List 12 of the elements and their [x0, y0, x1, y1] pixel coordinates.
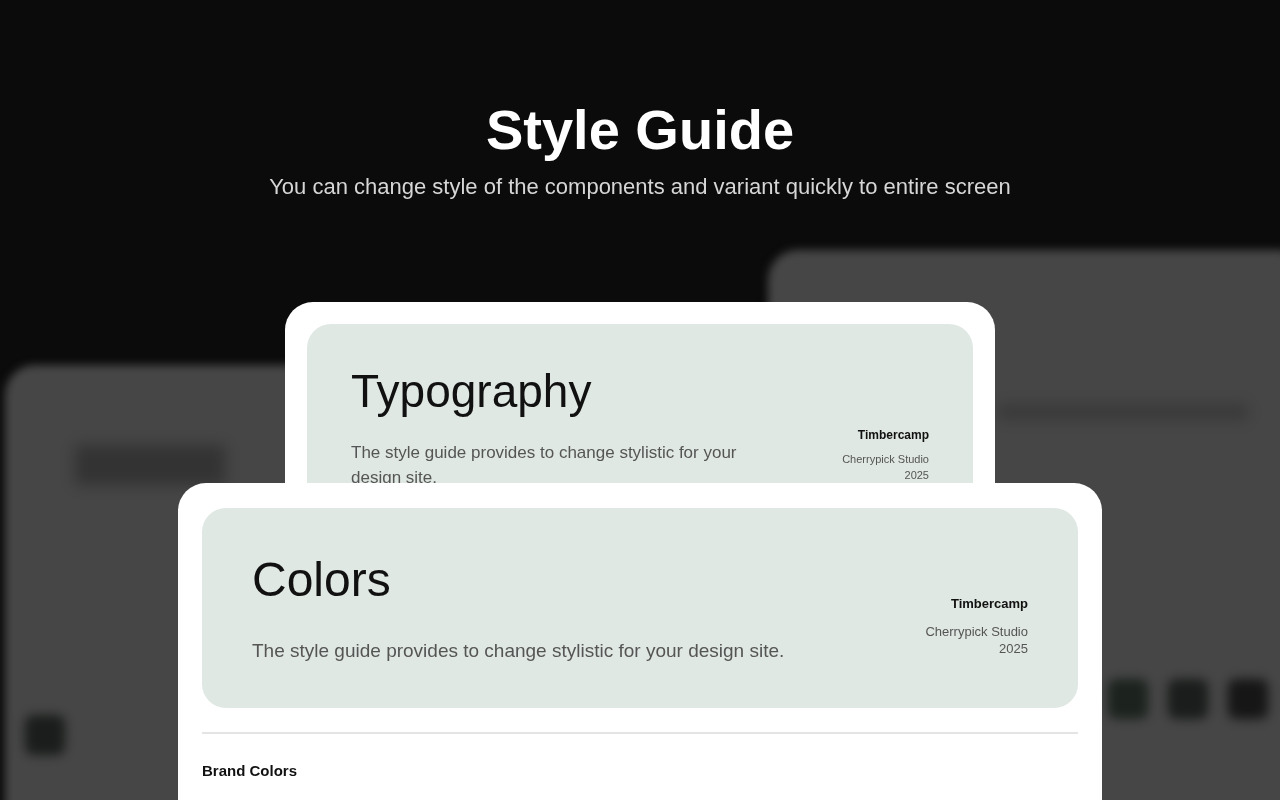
card-title: Typography — [351, 364, 593, 418]
page-subtitle: You can change style of the components and variant quickly to entire screen — [269, 173, 1011, 201]
year-text: 2025 — [904, 468, 929, 483]
card-description: The style guide provides to change stylistic for your design site. — [252, 639, 786, 663]
year-text: 2025 — [999, 639, 1028, 658]
page-title: Style Guide — [485, 98, 795, 162]
section-heading: Brand Colors — [202, 761, 298, 781]
studio-name: Cherrypick Studio — [925, 623, 1028, 640]
brand-name: Timbercamp — [950, 595, 1028, 613]
brand-name: Timbercamp — [857, 427, 929, 444]
studio-name: Cherrypick Studio — [842, 452, 929, 467]
card-title: Colors — [252, 552, 392, 608]
